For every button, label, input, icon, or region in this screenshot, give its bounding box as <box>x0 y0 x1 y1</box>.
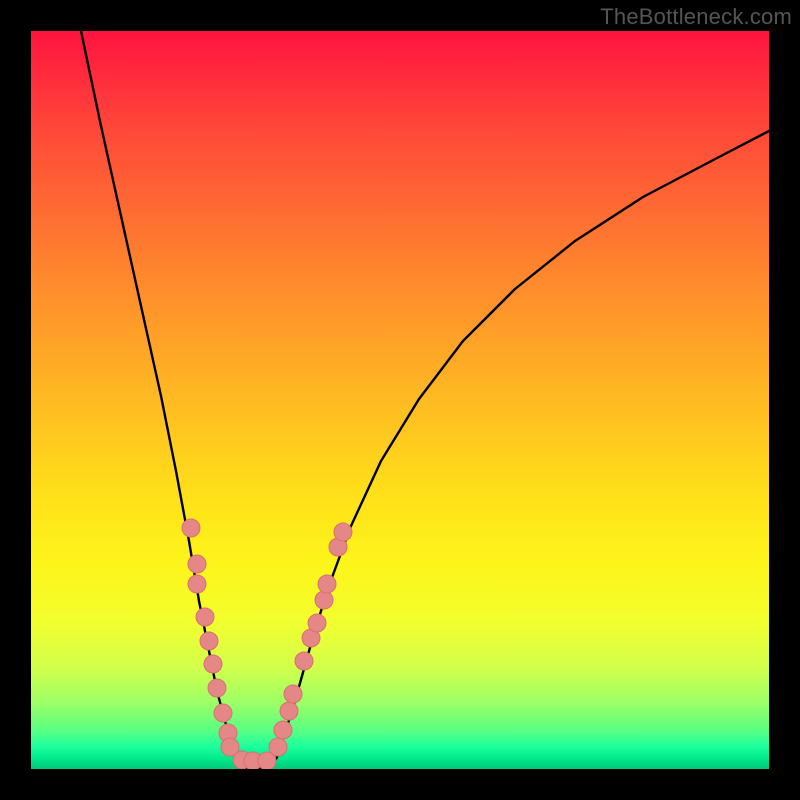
data-marker <box>274 721 292 739</box>
data-marker <box>208 679 226 697</box>
data-marker <box>334 523 352 541</box>
bottleneck-curve <box>81 31 769 768</box>
data-marker <box>188 555 206 573</box>
chart-frame: TheBottleneck.com <box>0 0 800 800</box>
data-marker <box>269 738 287 756</box>
data-marker <box>318 575 336 593</box>
data-marker <box>182 519 200 537</box>
marker-layer <box>182 519 352 769</box>
data-marker <box>196 608 214 626</box>
chart-svg <box>31 31 769 769</box>
data-marker <box>214 704 232 722</box>
data-marker <box>200 632 218 650</box>
data-marker <box>188 575 206 593</box>
data-marker <box>204 655 222 673</box>
data-marker <box>315 591 333 609</box>
data-marker <box>280 702 298 720</box>
plot-area <box>31 31 769 769</box>
data-marker <box>308 614 326 632</box>
watermark-text: TheBottleneck.com <box>600 4 792 30</box>
data-marker <box>284 685 302 703</box>
data-marker <box>295 652 313 670</box>
